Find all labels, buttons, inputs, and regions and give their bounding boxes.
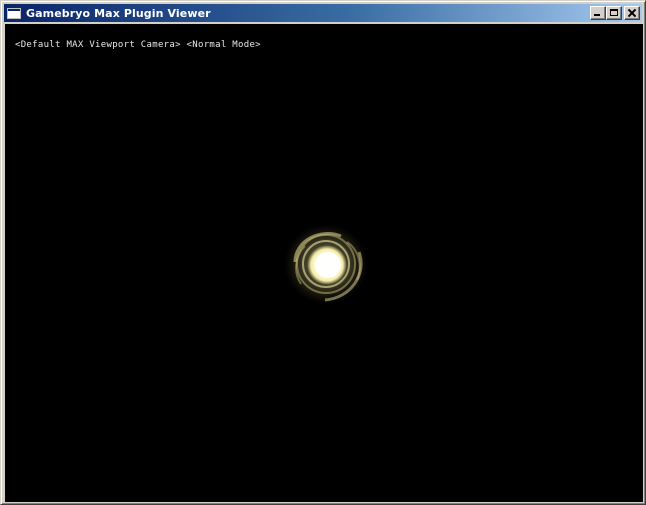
title-bar-buttons <box>590 6 640 20</box>
light-flare-sprite <box>284 224 368 304</box>
close-icon <box>628 9 636 17</box>
render-viewport[interactable]: <Default MAX Viewport Camera> <Normal Mo… <box>5 24 643 502</box>
close-button[interactable] <box>624 6 640 20</box>
app-window-icon[interactable] <box>7 7 21 19</box>
maximize-button[interactable] <box>606 6 622 20</box>
window-title: Gamebryo Max Plugin Viewer <box>26 6 211 20</box>
minimize-button[interactable] <box>590 6 606 20</box>
minimize-icon <box>594 14 600 16</box>
app-window: Gamebryo Max Plugin Viewer <Default MAX … <box>0 0 646 505</box>
title-bar[interactable]: Gamebryo Max Plugin Viewer <box>4 4 642 22</box>
maximize-icon <box>610 9 618 16</box>
camera-mode-label: <Default MAX Viewport Camera> <Normal Mo… <box>15 40 261 50</box>
